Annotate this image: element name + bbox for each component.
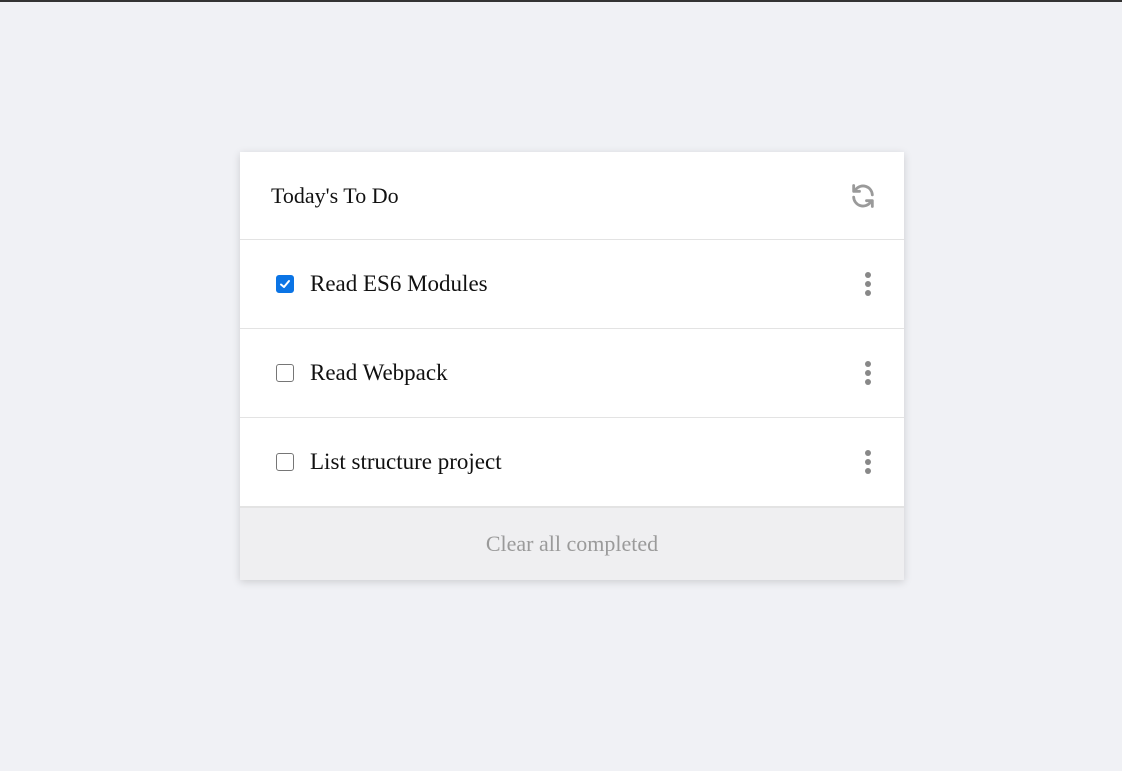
todo-checkbox[interactable]: [276, 364, 294, 382]
page-title: Today's To Do: [271, 182, 399, 208]
todo-item: List structure project: [240, 418, 904, 507]
more-options-icon[interactable]: [858, 358, 878, 388]
todo-label: List structure project: [310, 449, 502, 474]
todo-item: Read ES6 Modules: [240, 240, 904, 329]
todo-label: Read Webpack: [310, 360, 448, 385]
checkmark-icon: [280, 280, 290, 288]
more-options-icon[interactable]: [858, 447, 878, 477]
todo-header: Today's To Do: [240, 152, 904, 240]
todo-checkbox[interactable]: [276, 453, 294, 471]
todo-checkbox[interactable]: [276, 275, 294, 293]
more-options-icon[interactable]: [858, 269, 878, 299]
todo-label: Read ES6 Modules: [310, 271, 488, 296]
clear-completed-button[interactable]: Clear all completed: [486, 531, 658, 557]
todo-footer: Clear all completed: [240, 507, 904, 580]
todo-item: Read Webpack: [240, 329, 904, 418]
refresh-icon[interactable]: [848, 181, 878, 211]
todo-card: Today's To Do Read ES6 Modules Read Webp…: [240, 152, 904, 580]
